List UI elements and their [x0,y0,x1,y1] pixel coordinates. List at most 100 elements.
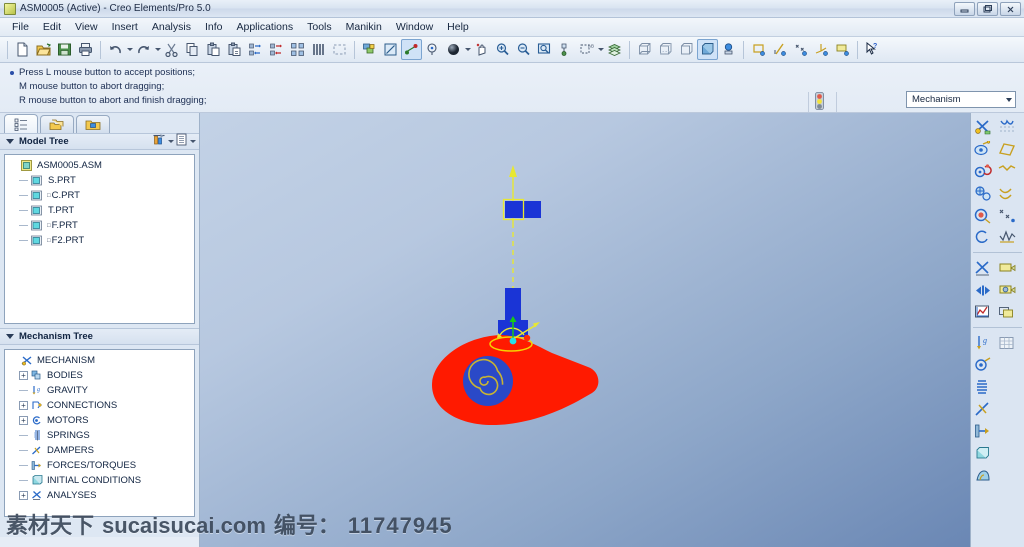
save-icon[interactable] [54,39,75,60]
close-button[interactable] [1000,2,1021,16]
playback-icon[interactable] [995,257,1019,279]
tree-settings-dropdown-arrow[interactable] [189,131,196,152]
view-manager-icon[interactable] [555,39,576,60]
regenerate-icon[interactable] [245,39,266,60]
trace-curve-icon[interactable] [995,226,1019,248]
bushing-load-icon[interactable] [971,464,995,486]
new-file-icon[interactable] [12,39,33,60]
refit-icon[interactable] [534,39,555,60]
menu-insert[interactable]: Insert [105,19,145,35]
tree-node-forces-torques[interactable]: FORCES/TORQUES [5,458,194,473]
model-tree-box[interactable]: ASM0005.ASM S.PRT □ C.PRT T.PRT □ F.PRT … [4,154,195,324]
damper-icon[interactable] [971,398,995,420]
tree-filter-button[interactable] [152,133,166,151]
tab-folder-browser[interactable] [76,115,110,133]
paste-special-icon[interactable] [224,39,245,60]
select-group-icon[interactable] [287,39,308,60]
tree-node-connections[interactable]: + CONNECTIONS [5,398,194,413]
cam-follower-icon[interactable] [971,138,995,160]
mechanism-mode-select[interactable]: Mechanism [906,91,1016,108]
shading-icon[interactable] [443,39,464,60]
analysis-definition-icon[interactable] [971,257,995,279]
redo-dropdown-arrow[interactable] [154,39,161,60]
expand-toggle[interactable]: + [19,401,28,410]
regenerate-manual-icon[interactable] [266,39,287,60]
tree-node-part[interactable]: □ F.PRT [5,218,194,233]
mass-properties-icon[interactable] [971,442,995,464]
tree-node-initial-conditions[interactable]: INITIAL CONDITIONS [5,473,194,488]
annotation-dropdown-arrow[interactable] [597,39,604,60]
maximize-button[interactable] [977,2,998,16]
menu-view[interactable]: View [68,19,105,35]
measure-results-icon[interactable] [971,301,995,323]
select-box-icon[interactable] [329,39,350,60]
expand-toggle[interactable]: + [19,416,28,425]
shading-display-icon[interactable] [697,39,718,60]
datum-axis-icon[interactable] [769,39,790,60]
collapse-caret-icon[interactable] [6,139,14,144]
drag-packaged-icon[interactable] [995,116,1019,138]
cut-icon[interactable] [161,39,182,60]
datum-plane-icon[interactable] [748,39,769,60]
spring-icon[interactable] [971,376,995,398]
tree-node-springs[interactable]: SPRINGS [5,428,194,443]
results-snapshot-icon[interactable] [995,279,1019,301]
menu-help[interactable]: Help [440,19,476,35]
mechanism-tree-box[interactable]: MECHANISM + BODIES g GRAVITY + CONNECTIO… [4,349,195,517]
measure-icon[interactable] [971,226,995,248]
coordinate-system-icon[interactable] [811,39,832,60]
tab-model-tree[interactable] [4,114,38,133]
datum-tag-icon[interactable] [832,39,853,60]
tree-node-analyses[interactable]: + ANALYSES [5,488,194,503]
hidden-line-icon[interactable] [655,39,676,60]
menu-manikin[interactable]: Manikin [339,19,389,35]
tree-node-dampers[interactable]: DAMPERS [5,443,194,458]
tab-layer-tree[interactable] [40,115,74,133]
force-torque-icon[interactable] [971,420,995,442]
print-icon[interactable] [75,39,96,60]
gear-pair-icon[interactable] [971,160,995,182]
annotation-icon[interactable]: AB [576,39,597,60]
sketch-view-icon[interactable] [380,39,401,60]
slot-follower-icon[interactable] [995,138,1019,160]
graphics-window[interactable] [200,113,970,547]
3d-contact-icon[interactable] [995,182,1019,204]
light-icon[interactable] [718,39,739,60]
find-icon[interactable] [308,39,329,60]
spin-center-icon[interactable] [422,39,443,60]
tree-node-root[interactable]: MECHANISM [5,353,194,368]
tree-node-part[interactable]: □ C.PRT [5,188,194,203]
grid-table-icon[interactable] [995,332,1019,354]
menu-edit[interactable]: Edit [36,19,68,35]
redo-icon[interactable] [133,39,154,60]
expand-toggle[interactable]: + [19,491,28,500]
menu-tools[interactable]: Tools [300,19,339,35]
wireframe-icon[interactable] [634,39,655,60]
menu-window[interactable]: Window [389,19,440,35]
tree-settings-button[interactable] [175,133,188,151]
layer-icon[interactable] [359,39,380,60]
force-motor-icon[interactable] [995,204,1019,226]
layers-stack-icon[interactable] [604,39,625,60]
menu-file[interactable]: File [5,19,36,35]
zoom-in-icon[interactable] [492,39,513,60]
define-body-icon[interactable] [971,116,995,138]
tree-node-part[interactable]: T.PRT [5,203,194,218]
zoom-out-icon[interactable] [513,39,534,60]
menu-info[interactable]: Info [198,19,230,35]
tree-node-gravity[interactable]: g GRAVITY [5,383,194,398]
pan-icon[interactable] [471,39,492,60]
tree-node-bodies[interactable]: + BODIES [5,368,194,383]
menu-applications[interactable]: Applications [229,19,300,35]
initial-condition-icon[interactable] [971,354,995,376]
tree-node-part[interactable]: □ F2.PRT [5,233,194,248]
open-file-icon[interactable] [33,39,54,60]
point-set-icon[interactable] [971,204,995,226]
collapse-caret-icon[interactable] [6,334,14,339]
undo-dropdown-arrow[interactable] [126,39,133,60]
datum-point-icon[interactable] [790,39,811,60]
tree-filter-dropdown-arrow[interactable] [167,131,174,152]
frame-step-icon[interactable] [971,279,995,301]
playback-export-icon[interactable] [995,301,1019,323]
servo-motor-icon[interactable] [971,182,995,204]
